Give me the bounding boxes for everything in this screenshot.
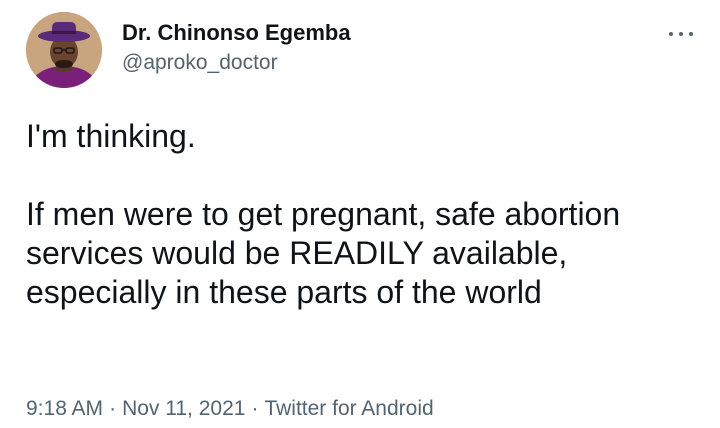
meta-separator: · [251, 397, 259, 420]
tweet-meta: 9:18 AM · Nov 11, 2021 · Twitter for Android [26, 396, 434, 422]
author-display-name[interactable]: Dr. Chinonso Egemba [122, 20, 351, 46]
more-dot [679, 32, 683, 36]
tweet-text: I'm thinking. If men were to get pregnan… [26, 117, 706, 312]
more-icon[interactable] [666, 22, 696, 46]
tweet-time[interactable]: 9:18 AM [26, 397, 103, 420]
more-dot [689, 32, 693, 36]
tweet-source[interactable]: Twitter for Android [264, 397, 433, 420]
meta-separator: · [109, 397, 117, 420]
tweet-date[interactable]: Nov 11, 2021 [122, 397, 245, 420]
tweet-paragraph: I'm thinking. [26, 118, 196, 154]
more-dot [669, 32, 673, 36]
avatar-image [26, 12, 102, 88]
tweet-header: Dr. Chinonso Egemba @aproko_doctor [26, 12, 696, 88]
tweet-paragraph: If men were to get pregnant, safe aborti… [26, 196, 621, 310]
author-handle[interactable]: @aproko_doctor [122, 50, 351, 76]
avatar[interactable] [26, 12, 102, 88]
tweet: Dr. Chinonso Egemba @aproko_doctor I'm t… [0, 0, 720, 428]
author-names: Dr. Chinonso Egemba @aproko_doctor [122, 20, 351, 76]
